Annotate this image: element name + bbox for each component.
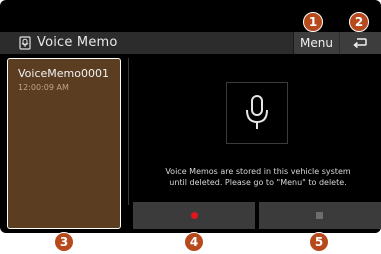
stop-button[interactable] [259,202,381,229]
title-bar: Voice Memo Menu [0,32,381,54]
record-button[interactable] [133,202,255,229]
storage-info-text: Voice Memos are stored in this vehicle s… [135,166,381,188]
record-icon [191,212,198,219]
memo-name: VoiceMemo0001 [18,67,109,80]
menu-button[interactable]: Menu [293,32,339,54]
callout-badge-1: 1 [303,12,323,32]
page-title: Voice Memo [37,35,118,50]
stop-icon [316,212,323,219]
memo-time: 12:00:09 AM [18,83,69,92]
info-line-2: until deleted. Please go to "Menu" to de… [169,178,347,187]
panel-divider [128,58,129,205]
callout-badge-4: 4 [184,232,204,252]
info-line-1: Voice Memos are stored in this vehicle s… [165,167,351,176]
memo-list-item[interactable]: VoiceMemo0001 12:00:09 AM [7,58,121,229]
callout-badge-3: 3 [54,232,74,252]
back-arrow-icon [353,38,367,49]
voice-memo-screen: Voice Memo Menu VoiceMemo0001 12:00:09 A… [0,0,381,233]
callout-badge-5: 5 [309,232,329,252]
back-button[interactable] [340,32,381,54]
microphone-icon [246,95,268,129]
microphone-panel [226,82,288,144]
voice-memo-icon [19,36,31,50]
callout-badge-2: 2 [349,12,369,32]
